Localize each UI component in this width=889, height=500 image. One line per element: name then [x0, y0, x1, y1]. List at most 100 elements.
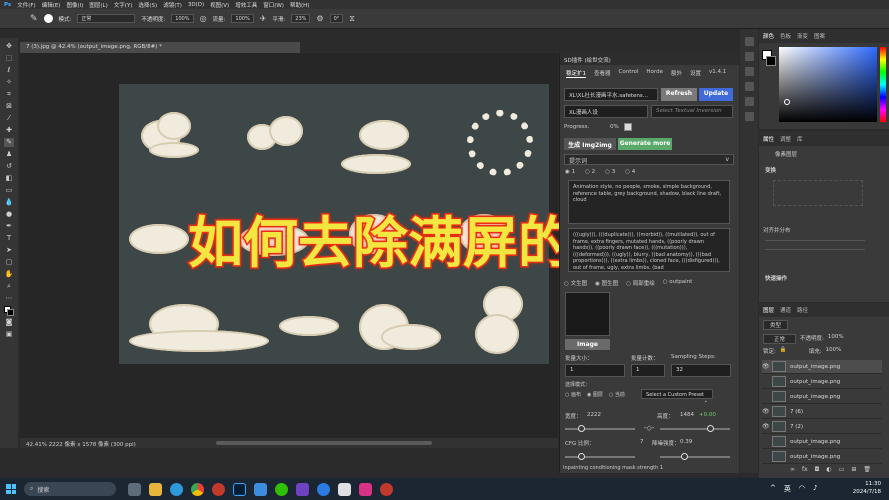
hand-tool-icon[interactable]: ✋: [4, 270, 14, 279]
app-icon[interactable]: [380, 482, 393, 496]
tab-swatches[interactable]: 色板: [780, 32, 791, 40]
radio-2[interactable]: ○ 2: [585, 169, 595, 175]
healing-tool-icon[interactable]: ✚: [4, 126, 14, 135]
type-tool-icon[interactable]: T: [4, 234, 14, 243]
image-button[interactable]: Image: [565, 339, 610, 350]
symmetry-icon[interactable]: ⧖: [349, 14, 355, 24]
new-layer-icon[interactable]: ⊞: [851, 466, 856, 473]
denoise-slider-handle[interactable]: [681, 453, 688, 460]
dodge-tool-icon[interactable]: ●: [4, 210, 14, 219]
layer-opacity-input[interactable]: 100%: [828, 334, 844, 344]
tab-properties[interactable]: 属性: [763, 135, 774, 143]
color-picker-cursor[interactable]: [784, 99, 790, 105]
sd-tab-horde[interactable]: Horde: [646, 69, 663, 78]
menu-help[interactable]: 帮助(H): [290, 1, 309, 9]
menu-plugins[interactable]: 增效工具: [235, 1, 257, 9]
kind-filter-select[interactable]: 类型: [763, 320, 789, 330]
link-icon[interactable]: -◇-: [644, 424, 654, 432]
mode-outpaint[interactable]: ○ outpaint: [663, 279, 693, 287]
batch-count-input[interactable]: 1: [631, 364, 665, 377]
app-icon[interactable]: [212, 482, 225, 496]
tab-gradients[interactable]: 渐变: [797, 32, 808, 40]
windows-start-icon[interactable]: [6, 484, 16, 494]
sd-tab-control[interactable]: Control: [619, 69, 639, 78]
ime-lang-indicator[interactable]: 英: [784, 484, 791, 494]
transform-fields[interactable]: [773, 180, 863, 206]
clock[interactable]: 11:30 2024/7/18: [853, 481, 881, 496]
eye-icon[interactable]: 👁: [762, 408, 770, 415]
menu-select[interactable]: 选择(S): [138, 1, 157, 9]
menu-window[interactable]: 窗口(W): [263, 1, 284, 9]
width-slider-handle[interactable]: [578, 425, 585, 432]
app-icon[interactable]: [338, 482, 351, 496]
menu-edit[interactable]: 编辑(E): [42, 1, 61, 9]
fx-icon[interactable]: fx: [802, 466, 808, 473]
layer-name[interactable]: 7 (2): [790, 424, 803, 430]
menu-image[interactable]: 图像(I): [66, 1, 83, 9]
taskbar-search[interactable]: ⌕ 搜索: [24, 482, 116, 496]
marquee-tool-icon[interactable]: ⬚: [4, 54, 14, 63]
app-icon[interactable]: [296, 482, 309, 496]
sd-tab-main[interactable]: 稳定扩1: [566, 69, 586, 78]
radio-3[interactable]: ○ 3: [605, 169, 615, 175]
lasso-tool-icon[interactable]: ℓ: [4, 66, 14, 75]
crop-tool-icon[interactable]: ⌗: [4, 90, 14, 99]
generate-img2img-button[interactable]: 生成 Img2img: [564, 138, 616, 150]
refresh-button[interactable]: Refresh: [661, 88, 697, 101]
align-section[interactable]: 对齐并分布: [759, 208, 889, 238]
airbrush-icon[interactable]: ✈: [260, 14, 267, 23]
align-icons[interactable]: [765, 240, 865, 250]
horizontal-scrollbar[interactable]: [216, 441, 432, 445]
background-swatch[interactable]: [766, 56, 776, 66]
mode-img2img[interactable]: ◉ 图生图: [595, 279, 618, 287]
transform-section[interactable]: 变换: [759, 162, 889, 178]
generate-more-button[interactable]: Generate more: [618, 138, 672, 150]
cfg-slider-handle[interactable]: [578, 453, 585, 460]
blend-mode-select[interactable]: 正常: [763, 334, 797, 344]
fill-input[interactable]: 100%: [826, 347, 842, 355]
eye-icon[interactable]: 👁: [762, 363, 770, 370]
photoshop-taskbar-icon[interactable]: [233, 482, 246, 496]
magic-wand-tool-icon[interactable]: ✧: [4, 78, 14, 87]
mode-txt2img[interactable]: ○ 文生图: [564, 279, 587, 287]
shape-tool-icon[interactable]: ▢: [4, 258, 14, 267]
chevron-down-icon[interactable]: v: [725, 156, 729, 163]
pen-tool-icon[interactable]: ✒: [4, 222, 14, 231]
brush-tool-icon[interactable]: ✎: [30, 14, 38, 24]
layer-name[interactable]: output_image.png: [790, 364, 840, 370]
smooth-input[interactable]: 23%: [291, 14, 311, 23]
select-layer[interactable]: ◉ 图层: [587, 391, 603, 398]
gradient-tool-icon[interactable]: ▭: [4, 186, 14, 195]
lora-select[interactable]: XL漫画人设: [564, 105, 648, 118]
layer-name[interactable]: output_image.png: [790, 454, 840, 460]
quick-mask-icon[interactable]: ◙: [4, 318, 14, 327]
select-current[interactable]: ○ 当前: [609, 391, 625, 398]
character-panel-icon[interactable]: [744, 67, 754, 76]
chrome-icon[interactable]: [191, 482, 204, 496]
layer-row[interactable]: 👁 7 (6): [762, 405, 882, 419]
update-button[interactable]: Update: [699, 88, 733, 101]
history-brush-icon[interactable]: ↺: [4, 162, 14, 171]
steps-input[interactable]: 32: [671, 364, 731, 377]
stamp-tool-icon[interactable]: ♟: [4, 150, 14, 159]
group-icon[interactable]: ▭: [839, 466, 845, 473]
more-tools-icon[interactable]: ⋯: [4, 294, 14, 303]
layer-row[interactable]: output_image.png: [762, 450, 882, 464]
layer-row[interactable]: 👁 output_image.png: [762, 360, 882, 374]
flow-input[interactable]: 100%: [231, 14, 254, 23]
angle-input[interactable]: 0°: [329, 14, 344, 23]
edge-icon[interactable]: [170, 482, 183, 496]
menu-file[interactable]: 文件(F): [17, 1, 35, 9]
app-icon[interactable]: [359, 482, 372, 496]
menu-3d[interactable]: 3D(D): [188, 2, 204, 8]
sd-tab-viewer[interactable]: 查看器: [594, 69, 611, 78]
tab-paths[interactable]: 路径: [797, 306, 808, 314]
mode-inpaint[interactable]: ○ 局部重绘: [626, 279, 655, 287]
negative-prompt-input[interactable]: (((ugly))), (((duplicate))), ((morbid)),…: [568, 228, 730, 272]
prompt-section-header[interactable]: 提示词 v: [564, 154, 734, 165]
color-swatches-icon[interactable]: [4, 306, 14, 316]
glyphs-panel-icon[interactable]: [744, 97, 754, 106]
layer-row[interactable]: output_image.png: [762, 390, 882, 404]
layer-name[interactable]: output_image.png: [790, 394, 840, 400]
screen-mode-icon[interactable]: ▣: [4, 330, 14, 339]
